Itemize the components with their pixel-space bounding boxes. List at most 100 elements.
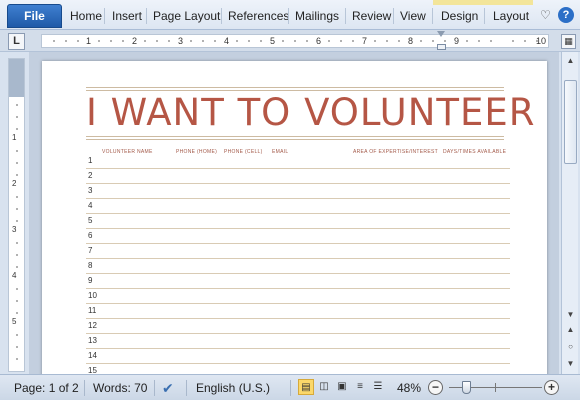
table-row[interactable]: 12 [86, 319, 510, 334]
row-number: 12 [88, 321, 97, 330]
tab-divider [104, 8, 105, 24]
ruler-number: 4 [12, 271, 17, 280]
ruler-number: 9 [454, 36, 460, 46]
scroll-up-arrow-icon[interactable]: ▲ [564, 56, 577, 66]
ruler-number: 2 [132, 36, 138, 46]
status-divider [290, 380, 291, 396]
page-count[interactable]: Page: 1 of 2 [14, 380, 79, 396]
table-row[interactable]: 5 [86, 214, 510, 229]
tab-design[interactable]: Design [437, 6, 482, 26]
status-bar: Page: 1 of 2 Words: 70 ✔ English (U.S.) … [0, 374, 580, 400]
tab-mailings[interactable]: Mailings [291, 6, 343, 26]
vertical-ruler[interactable]: 1 2 3 4 5 [8, 58, 25, 372]
ruler-number: 5 [270, 36, 276, 46]
row-number: 7 [88, 246, 93, 255]
tab-view[interactable]: View [396, 6, 430, 26]
table-row[interactable]: 10 [86, 289, 510, 304]
zoom-out-button[interactable]: − [428, 380, 443, 395]
title-rule-top [86, 87, 504, 88]
minimize-ribbon-icon[interactable]: ♡ [540, 8, 551, 22]
tab-divider [146, 8, 147, 24]
previous-page-icon[interactable]: ▲ [565, 324, 576, 335]
table-row[interactable]: 6 [86, 229, 510, 244]
table-row[interactable]: 14 [86, 349, 510, 364]
tab-divider [393, 8, 394, 24]
table-row[interactable]: 8 [86, 259, 510, 274]
row-number: 6 [88, 231, 93, 240]
table-row[interactable]: 1 [86, 154, 510, 169]
row-number: 9 [88, 276, 93, 285]
proofing-icon[interactable]: ✔ [162, 380, 174, 396]
tab-insert[interactable]: Insert [108, 6, 146, 26]
zoom-slider-midpoint [495, 383, 496, 392]
full-screen-reading-view-icon[interactable]: ◫ [316, 379, 332, 395]
table-row[interactable]: 2 [86, 169, 510, 184]
document-title: I WANT TO VOLUNTEER [86, 91, 536, 134]
tab-selector-button[interactable]: L [8, 33, 25, 50]
ruler-number: 3 [178, 36, 184, 46]
ruler-number: 6 [316, 36, 322, 46]
tab-layout[interactable]: Layout [489, 6, 533, 26]
row-number: 11 [88, 306, 97, 315]
ruler-number: 1 [12, 133, 17, 142]
tab-home[interactable]: Home [66, 6, 106, 26]
horizontal-ruler[interactable]: 1 2 3 4 5 6 7 8 9 10 [41, 34, 549, 48]
ruler-number: 8 [408, 36, 414, 46]
scrollbar-thumb[interactable] [564, 80, 577, 164]
right-indent-marker[interactable] [437, 31, 446, 51]
row-number: 5 [88, 216, 93, 225]
tab-page-layout[interactable]: Page Layout [149, 6, 224, 26]
tab-review[interactable]: Review [348, 6, 395, 26]
zoom-slider-thumb[interactable] [462, 381, 471, 394]
tab-references[interactable]: References [224, 6, 293, 26]
row-number: 1 [88, 156, 93, 165]
row-number: 3 [88, 186, 93, 195]
row-number: 8 [88, 261, 93, 270]
status-divider [186, 380, 187, 396]
web-layout-view-icon[interactable]: ▣ [334, 379, 350, 395]
title-rule-bottom [86, 136, 504, 137]
ruler-number: 3 [12, 225, 17, 234]
word-count[interactable]: Words: 70 [93, 380, 147, 396]
view-ruler-icon[interactable]: ▦ [561, 34, 576, 49]
ruler-number: 2 [12, 179, 17, 188]
ruler-ticks [53, 40, 538, 42]
row-number: 4 [88, 201, 93, 210]
table-row[interactable]: 9 [86, 274, 510, 289]
browse-object-icon[interactable]: ○ [565, 341, 576, 352]
ribbon-tab-bar: File Home Insert Page Layout References … [0, 0, 580, 30]
table-row[interactable]: 4 [86, 199, 510, 214]
document-area[interactable]: I WANT TO VOLUNTEER VOLUNTEER NAME PHONE… [29, 52, 559, 374]
ruler-bar: L 1 2 3 4 5 6 7 8 9 10 [0, 30, 580, 52]
table-row[interactable]: 13 [86, 334, 510, 349]
table-row[interactable]: 3 [86, 184, 510, 199]
document-page[interactable]: I WANT TO VOLUNTEER VOLUNTEER NAME PHONE… [42, 61, 547, 374]
table-row[interactable]: 11 [86, 304, 510, 319]
help-icon[interactable]: ? [558, 7, 574, 23]
file-tab[interactable]: File [7, 4, 62, 28]
tab-divider [345, 8, 346, 24]
table-row[interactable]: 15 [86, 364, 510, 374]
tab-divider [484, 8, 485, 24]
zoom-in-button[interactable]: + [544, 380, 559, 395]
outline-view-icon[interactable]: ≡ [352, 379, 368, 395]
draft-view-icon[interactable]: ☰ [370, 379, 386, 395]
tab-divider [432, 8, 433, 24]
vertical-scrollbar[interactable]: ▲ ▼ ▲ ○ ▼ [561, 52, 578, 374]
ruler-number: 4 [224, 36, 230, 46]
row-number: 13 [88, 336, 97, 345]
next-page-icon[interactable]: ▼ [565, 358, 576, 369]
tab-divider [288, 8, 289, 24]
table-row[interactable]: 7 [86, 244, 510, 259]
row-number: 10 [88, 291, 97, 300]
ruler-number: 10 [536, 36, 547, 46]
scroll-down-arrow-icon[interactable]: ▼ [564, 310, 577, 320]
language[interactable]: English (U.S.) [196, 380, 270, 396]
ruler-number: 1 [86, 36, 92, 46]
ruler-number: 5 [12, 317, 17, 326]
ruler-number: 7 [362, 36, 368, 46]
zoom-level[interactable]: 48% [397, 380, 421, 396]
print-layout-view-icon[interactable]: ▤ [298, 379, 314, 395]
row-number: 14 [88, 351, 97, 360]
status-divider [154, 380, 155, 396]
